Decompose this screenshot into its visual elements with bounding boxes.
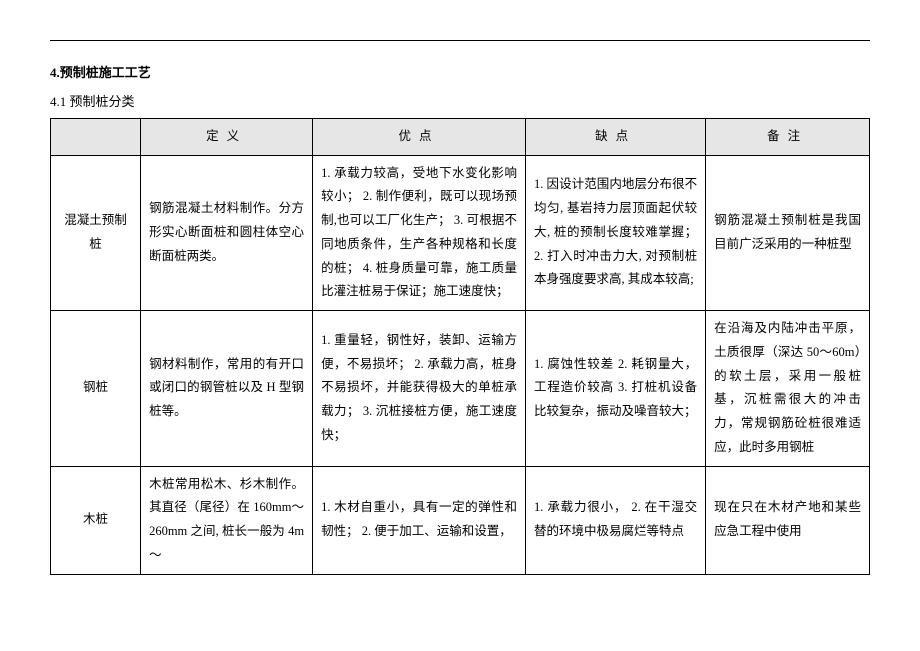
cell-def: 钢筋混凝土材料制作。分方形实心断面桩和圆柱体空心断面桩两类。	[141, 155, 313, 311]
th-notes: 备注	[706, 118, 870, 155]
cell-def: 木桩常用松木、杉木制作。其直径（尾径）在 160mm～260mm 之间, 桩长一…	[141, 466, 313, 574]
cell-name: 木桩	[51, 466, 141, 574]
cell-def: 钢材料制作，常用的有开口或闭口的钢管桩以及 H 型钢桩等。	[141, 311, 313, 467]
cell-cons: 1. 承载力很小， 2. 在干湿交替的环境中极易腐烂等特点	[526, 466, 706, 574]
pile-types-table: 定义 优点 缺点 备注 混凝土预制桩 钢筋混凝土材料制作。分方形实心断面桩和圆柱…	[50, 118, 870, 575]
cell-notes: 在沿海及内陆冲击平原，土质很厚（深达 50～60m）的软土层，采用一般桩基，沉桩…	[706, 311, 870, 467]
table-header-row: 定义 优点 缺点 备注	[51, 118, 870, 155]
table-row: 钢桩 钢材料制作，常用的有开口或闭口的钢管桩以及 H 型钢桩等。 1. 重量轻，…	[51, 311, 870, 467]
th-cons: 缺点	[526, 118, 706, 155]
cell-pros: 1. 承载力较高，受地下水变化影响较小； 2. 制作便利，既可以现场预制,也可以…	[313, 155, 526, 311]
cell-pros: 1. 重量轻，钢性好，装卸、运输方便，不易损坏； 2. 承载力高，桩身不易损坏，…	[313, 311, 526, 467]
section-title: 4.预制桩施工工艺	[50, 61, 870, 84]
th-def: 定义	[141, 118, 313, 155]
cell-cons: 1. 因设计范围内地层分布很不均匀, 基岩持力层顶面起伏较大, 桩的预制长度较难…	[526, 155, 706, 311]
cell-notes: 现在只在木材产地和某些应急工程中使用	[706, 466, 870, 574]
cell-name: 混凝土预制桩	[51, 155, 141, 311]
cell-name: 钢桩	[51, 311, 141, 467]
table-row: 混凝土预制桩 钢筋混凝土材料制作。分方形实心断面桩和圆柱体空心断面桩两类。 1.…	[51, 155, 870, 311]
th-pros: 优点	[313, 118, 526, 155]
cell-notes: 钢筋混凝土预制桩是我国目前广泛采用的一种桩型	[706, 155, 870, 311]
cell-pros: 1. 木材自重小，具有一定的弹性和韧性； 2. 便于加工、运输和设置，	[313, 466, 526, 574]
cell-cons: 1. 腐蚀性较差 2. 耗钢量大，工程造价较高 3. 打桩机设备比较复杂，振动及…	[526, 311, 706, 467]
top-rule	[50, 40, 870, 41]
th-name	[51, 118, 141, 155]
subsection-title: 4.1 预制桩分类	[50, 90, 870, 113]
table-row: 木桩 木桩常用松木、杉木制作。其直径（尾径）在 160mm～260mm 之间, …	[51, 466, 870, 574]
